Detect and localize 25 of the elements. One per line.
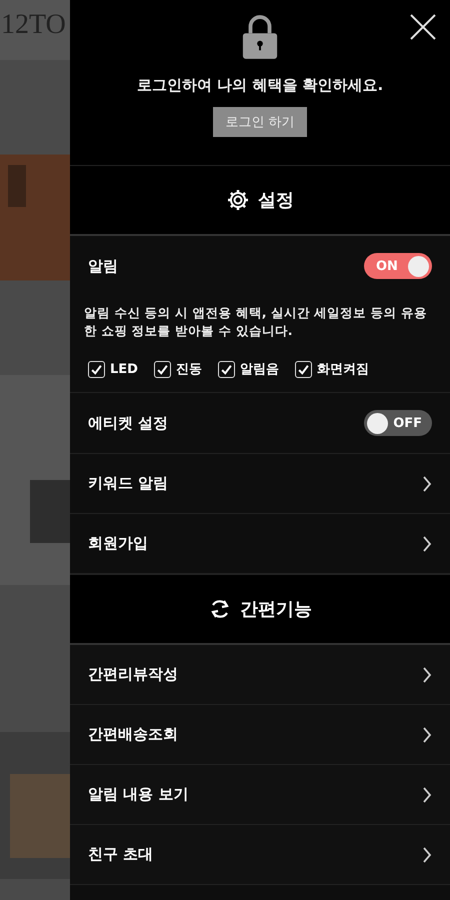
close-icon[interactable] bbox=[410, 14, 436, 40]
description-text: 알림 수신 등의 시 앱전용 혜택, 실시간 세일정보 등의 유용한 쇼핑 정보를 받아볼 수 있습니다. bbox=[83, 304, 428, 340]
menu-item[interactable]: 간편리뷰작성 bbox=[70, 645, 450, 705]
chevron-icon bbox=[422, 474, 432, 492]
menu-item[interactable]: 간편배송조회 bbox=[70, 705, 450, 765]
settings-icon bbox=[226, 188, 250, 212]
chevron-icon bbox=[422, 846, 432, 864]
checkbox-option[interactable]: 화면켜짐 bbox=[294, 360, 369, 378]
toggle-switch[interactable]: OFF bbox=[364, 410, 432, 436]
chevron-icon bbox=[422, 666, 432, 684]
checkbox-option[interactable]: 알림음 bbox=[218, 360, 279, 378]
section-title: 간편기능 bbox=[240, 598, 312, 621]
checkbox-option[interactable]: 진동 bbox=[154, 360, 202, 378]
menu-item[interactable]: 키워드 알림 bbox=[70, 454, 450, 514]
setting-label: 에티켓 설정 bbox=[88, 414, 168, 432]
lock-icon bbox=[241, 14, 279, 60]
chevron-icon bbox=[422, 534, 432, 552]
menu-item[interactable]: 알림 내용 보기 bbox=[70, 765, 450, 825]
section-title: 설정 bbox=[258, 189, 294, 212]
login-message: 로그인하여 나의 혜택을 확인하세요. bbox=[136, 76, 384, 95]
setting-label: 알림 bbox=[88, 256, 118, 276]
checkbox-option[interactable]: LED bbox=[88, 360, 138, 378]
chevron-icon bbox=[422, 726, 432, 744]
menu-item[interactable]: 친구 초대 bbox=[70, 825, 450, 885]
chevron-icon bbox=[422, 786, 432, 804]
